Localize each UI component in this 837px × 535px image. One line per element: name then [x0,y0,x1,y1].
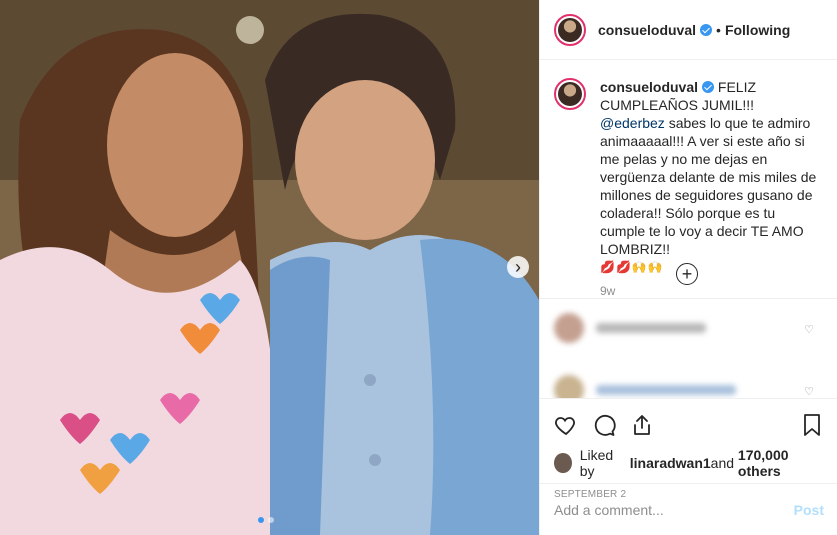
verified-icon [702,81,715,93]
action-icons [554,405,824,445]
comments-list: ♡ ♡ [540,298,837,398]
caption-text: consueloduval FELIZ CUMPLEAÑOS JUMIL!!! … [600,78,822,276]
heart-icon[interactable] [554,413,578,437]
carousel-indicator [258,517,274,523]
share-icon[interactable] [630,413,654,437]
verified-icon [700,23,713,36]
caption-emojis: 💋💋🙌🙌 [600,260,664,274]
caption-body-end: sabes lo que te admiro animaaaaal!!! A v… [600,115,817,257]
carousel-dot-active [258,517,264,523]
avatar[interactable] [554,453,572,473]
post-side-panel: consueloduval • Following consueloduval … [539,0,837,535]
post-time[interactable]: 9w [600,284,824,298]
comment-input[interactable] [554,501,794,518]
likes-conjunction: and [710,455,735,471]
list-item [554,313,706,343]
caption-username[interactable]: consueloduval [600,79,698,95]
mention-link[interactable]: @ederbez [600,115,665,131]
list-item [554,375,736,398]
comment-bar: Post [540,483,837,535]
post-photo[interactable]: › [0,0,539,535]
post-button[interactable]: Post [794,502,824,518]
comment-like-icon[interactable]: ♡ [804,385,814,398]
post-header: consueloduval • Following [540,0,837,60]
comment-icon[interactable] [592,413,616,437]
liked-by-user[interactable]: linaradwan1 [630,455,711,471]
comment-like-icon[interactable]: ♡ [804,323,814,336]
bookmark-icon[interactable] [800,413,824,437]
carousel-dot [268,517,274,523]
likes-count[interactable]: 170,000 others [738,447,824,479]
carousel-next-button[interactable]: › [507,256,529,278]
caption-avatar[interactable] [554,78,586,110]
header-username[interactable]: consueloduval [598,22,696,38]
chevron-right-icon: › [515,257,521,277]
photo-illustration [0,0,539,535]
likes-prefix: Liked by [579,447,614,479]
plus-circle-icon[interactable]: + [676,263,698,285]
caption: consueloduval FELIZ CUMPLEAÑOS JUMIL!!! … [554,78,824,276]
separator-dot: • [716,21,721,38]
following-button[interactable]: Following [725,22,790,38]
caption-area: consueloduval FELIZ CUMPLEAÑOS JUMIL!!! … [540,60,837,298]
likes-summary: Liked by linaradwan1 and 170,000 others [554,447,824,479]
avatar[interactable] [554,13,586,46]
